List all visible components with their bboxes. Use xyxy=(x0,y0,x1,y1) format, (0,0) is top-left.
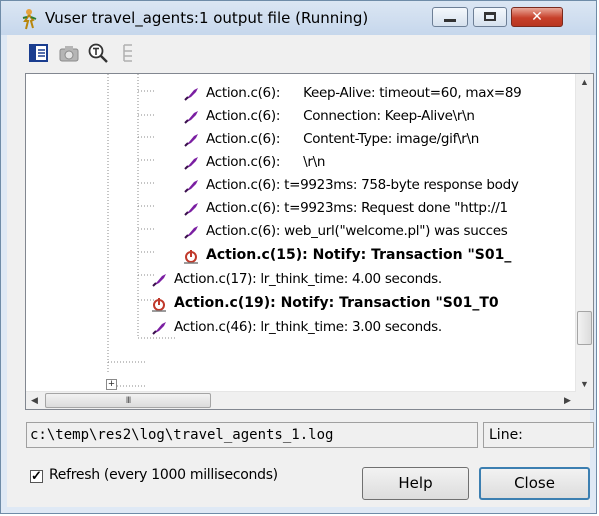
vertical-scrollbar[interactable]: ▲ ▼ xyxy=(575,74,593,393)
log-row-message: t=9923ms: 758-byte response body xyxy=(284,177,519,193)
minimize-icon xyxy=(444,19,456,22)
log-row-source: Action.c(6): xyxy=(206,154,281,170)
output-window: Vuser travel_agents:1 output file (Runni… xyxy=(0,0,597,514)
log-row-message: Notify: Transaction "S01_ xyxy=(312,247,512,263)
toolbar xyxy=(7,35,590,75)
log-row-text: Action.c(6): web_url("welcome.pl") was s… xyxy=(206,220,508,242)
step-icon xyxy=(182,109,200,125)
log-row-text: Action.c(6): Keep-Alive: timeout=60, max=… xyxy=(206,82,522,104)
refresh-checkbox[interactable]: ✓ xyxy=(30,468,43,483)
log-row-text: Action.c(46): lr_think_time: 3.00 second… xyxy=(174,316,442,338)
maximize-icon xyxy=(484,12,496,21)
step-icon xyxy=(182,132,200,148)
log-row-source: Action.c(6): xyxy=(206,200,281,216)
minimize-button[interactable] xyxy=(432,7,468,27)
log-tree-view[interactable]: + Action.c(6): Keep-Alive: timeout=60, ma… xyxy=(25,73,594,410)
log-row-message: Connection: Keep-Alive\r\n xyxy=(303,108,475,124)
log-row-text: Action.c(6): t=9923ms: Request done "htt… xyxy=(206,197,508,219)
step-icon xyxy=(150,272,168,288)
step-icon xyxy=(150,320,168,336)
log-row-text: Action.c(19): Notify: Transaction "S01_T… xyxy=(174,292,499,314)
vuser-app-icon xyxy=(22,9,37,30)
log-row-message: Content-Type: image/gif\r\n xyxy=(303,131,480,147)
log-row-message: \r\n xyxy=(303,154,326,170)
close-button[interactable]: Close xyxy=(479,467,590,500)
log-row-message: Keep-Alive: timeout=60, max=89 xyxy=(303,85,522,101)
maximize-button[interactable] xyxy=(473,7,507,27)
line-field: Line: xyxy=(483,422,594,448)
log-row-source: Action.c(46): xyxy=(174,319,257,335)
transaction-icon xyxy=(150,296,168,312)
log-row-message: lr_think_time: 4.00 seconds. xyxy=(260,271,442,287)
step-icon xyxy=(182,155,200,171)
log-row-source: Action.c(6): xyxy=(206,131,281,147)
step-icon xyxy=(182,224,200,240)
step-icon xyxy=(182,201,200,217)
close-icon: ✕ xyxy=(531,9,543,25)
find-icon[interactable] xyxy=(86,41,110,65)
log-row-text: Action.c(15): Notify: Transaction "S01_ xyxy=(206,244,511,266)
log-row-source: Action.c(6): xyxy=(206,85,281,101)
log-row-text: Action.c(6): Content-Type: image/gif\r\n xyxy=(206,128,479,150)
log-row-message: t=9923ms: Request done "http://1 xyxy=(284,200,508,216)
log-row-text: Action.c(6): t=9923ms: 758-byte response… xyxy=(206,174,519,196)
log-row-source: Action.c(15): xyxy=(206,247,308,263)
horizontal-scrollbar[interactable]: ◀ III ▶ xyxy=(26,391,576,409)
tree-view-icon[interactable] xyxy=(116,41,140,65)
log-row-source: Action.c(19): xyxy=(174,295,276,311)
title-bar[interactable]: Vuser travel_agents:1 output file (Runni… xyxy=(1,1,596,35)
log-row-message: lr_think_time: 3.00 seconds. xyxy=(260,319,442,335)
scroll-corner xyxy=(575,392,593,409)
scroll-up-icon[interactable]: ▲ xyxy=(576,74,593,91)
log-row-source: Action.c(6): xyxy=(206,177,281,193)
log-row-source: Action.c(6): xyxy=(206,223,281,239)
transaction-icon xyxy=(182,248,200,264)
check-mark-icon: ✓ xyxy=(31,468,42,483)
camera-icon[interactable] xyxy=(57,41,81,65)
window-close-button[interactable]: ✕ xyxy=(511,7,563,27)
step-icon xyxy=(182,86,200,102)
step-icon xyxy=(182,178,200,194)
log-row-text: Action.c(6): Connection: Keep-Alive\r\n xyxy=(206,105,475,127)
log-row-text: Action.c(17): lr_think_time: 4.00 second… xyxy=(174,268,442,290)
log-path-field: c:\temp\res2\log\travel_agents_1.log xyxy=(26,422,478,448)
window-title: Vuser travel_agents:1 output file (Runni… xyxy=(45,9,369,27)
vertical-scroll-thumb[interactable] xyxy=(577,311,592,345)
expand-node-button[interactable]: + xyxy=(106,379,117,390)
log-row-message: web_url("welcome.pl") was succes xyxy=(284,223,508,239)
scroll-right-icon[interactable]: ▶ xyxy=(559,392,576,409)
scroll-down-icon[interactable]: ▼ xyxy=(576,376,593,393)
client-area: + Action.c(6): Keep-Alive: timeout=60, ma… xyxy=(7,35,594,507)
help-button[interactable]: Help xyxy=(362,467,469,500)
refresh-label[interactable]: Refresh (every 1000 milliseconds) xyxy=(49,467,278,483)
scroll-left-icon[interactable]: ◀ xyxy=(26,392,43,409)
log-row-source: Action.c(6): xyxy=(206,108,281,124)
log-row-message: Notify: Transaction "S01_T0 xyxy=(280,295,499,311)
log-row-text: Action.c(6): \r\n xyxy=(206,151,325,173)
display-mode-icon[interactable] xyxy=(27,41,51,65)
horizontal-scroll-thumb[interactable]: III xyxy=(45,393,211,408)
log-row-source: Action.c(17): xyxy=(174,271,257,287)
